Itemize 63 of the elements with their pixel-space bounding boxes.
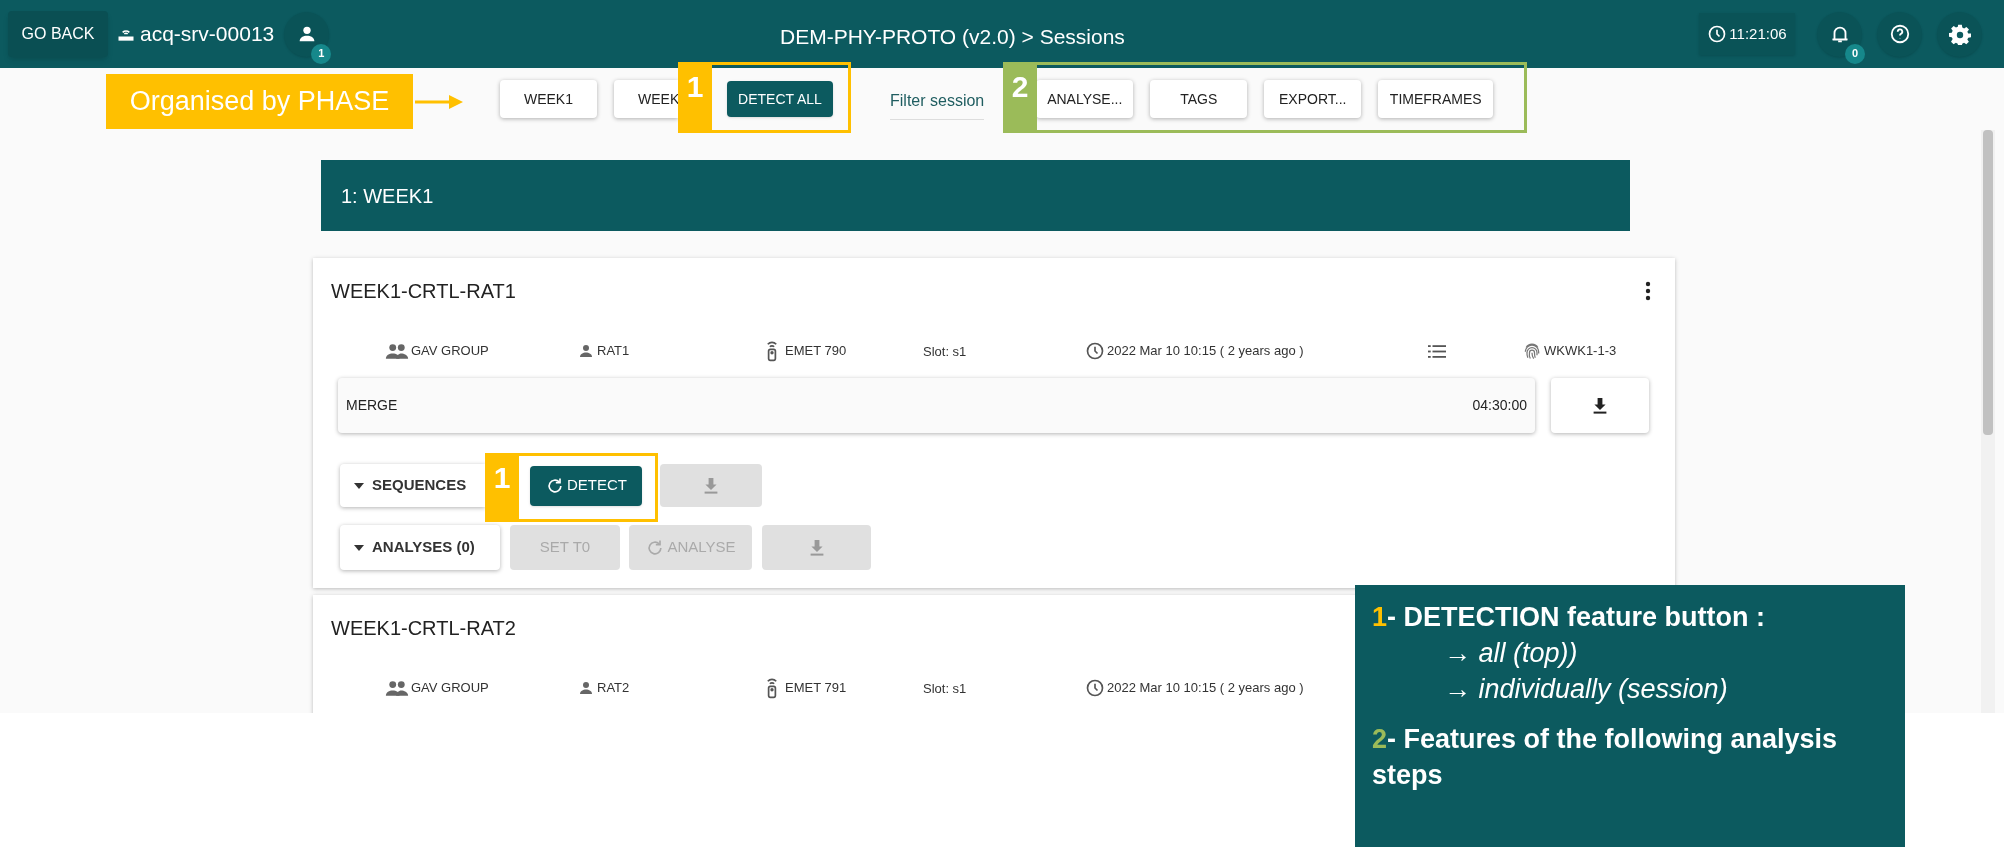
slot-label: Slot: s1: [923, 681, 967, 696]
feature-button[interactable]: TAGS: [1150, 80, 1248, 118]
session-title: WEEK1-CRTL-RAT2: [331, 616, 516, 641]
tag-label: WKWK1-1-3: [1544, 342, 1617, 361]
step-marker: 2: [1003, 62, 1037, 133]
sequences-toggle[interactable]: SEQUENCES: [340, 464, 485, 507]
feature-button[interactable]: ANALYSE...: [1036, 80, 1134, 118]
arrow: [415, 94, 463, 110]
callout-text: → all (top)): [1443, 637, 1579, 670]
device-label: EMET 791: [785, 679, 847, 698]
detect-button[interactable]: DETECT: [530, 465, 642, 506]
group-label: GAV GROUP: [411, 679, 489, 698]
feature-button[interactable]: EXPORT...: [1264, 80, 1362, 118]
date-label: 2022 Mar 10 10:15 ( 2 years ago ): [1107, 679, 1304, 698]
group-label: GAV GROUP: [411, 342, 489, 361]
merge-row[interactable]: MERGE 04:30:00: [338, 378, 1535, 433]
user-button[interactable]: [284, 11, 330, 57]
callout-text: 2- Features of the following analysis steps: [1372, 723, 1839, 792]
device-label: EMET 790: [785, 342, 847, 361]
more-icon: [1645, 281, 1651, 301]
callout-text: → individually (session): [1443, 673, 1729, 706]
session-title: WEEK1-CRTL-RAT1: [331, 279, 516, 304]
help-icon: [1888, 23, 1911, 45]
caret-icon: [354, 482, 364, 489]
scrollbar[interactable]: [1981, 130, 1995, 713]
server-name: acq-srv-00013: [140, 21, 275, 48]
phase-header: 1: WEEK1: [321, 160, 1630, 231]
phase-button[interactable]: WEEK1: [500, 80, 597, 118]
person-icon: [577, 342, 595, 360]
list-icon: [1428, 344, 1446, 358]
feature-button[interactable]: TIMEFRAMES: [1378, 80, 1494, 118]
slot-label: Slot: s1: [923, 344, 967, 359]
page-title: DEM-PHY-PROTO (v2.0) > Sessions: [780, 24, 1125, 50]
clock-display: 11:21:06: [1699, 13, 1795, 55]
clock-icon: [1707, 24, 1728, 44]
people-icon: [385, 679, 409, 697]
download-icon: [703, 476, 719, 495]
transmitter-icon: [765, 677, 779, 699]
notifications-button[interactable]: [1817, 11, 1862, 57]
people-icon: [385, 342, 409, 360]
date-label: 2022 Mar 10 10:15 ( 2 years ago ): [1107, 342, 1304, 361]
annotation-label: Organised by PHASE: [106, 74, 413, 129]
caret-icon: [354, 544, 364, 551]
person-icon: [577, 679, 595, 697]
count-badge: 0: [1845, 43, 1865, 64]
fingerprint-icon: [1522, 341, 1542, 361]
back-button[interactable]: GO BACK: [8, 11, 108, 57]
transmitter-icon: [765, 340, 779, 362]
step-marker: 1: [485, 453, 519, 522]
animal-label: RAT1: [597, 342, 630, 361]
clock-icon: [1085, 341, 1105, 361]
animal-label: RAT2: [597, 679, 630, 698]
phase-button[interactable]: WEEK: [614, 80, 678, 118]
settings-icon: [1948, 23, 1971, 45]
settings-button[interactable]: [1937, 11, 1982, 57]
download-icon: [1592, 396, 1608, 415]
clock-icon: [1085, 678, 1105, 698]
help-button[interactable]: [1877, 11, 1922, 57]
step-marker: 1: [678, 62, 712, 133]
detect-all-button[interactable]: DETECT ALL: [727, 81, 833, 117]
download-icon: [808, 538, 825, 557]
filter-label: Filter session: [890, 78, 985, 120]
callout-text: 1- DETECTION feature button :: [1372, 601, 1766, 634]
